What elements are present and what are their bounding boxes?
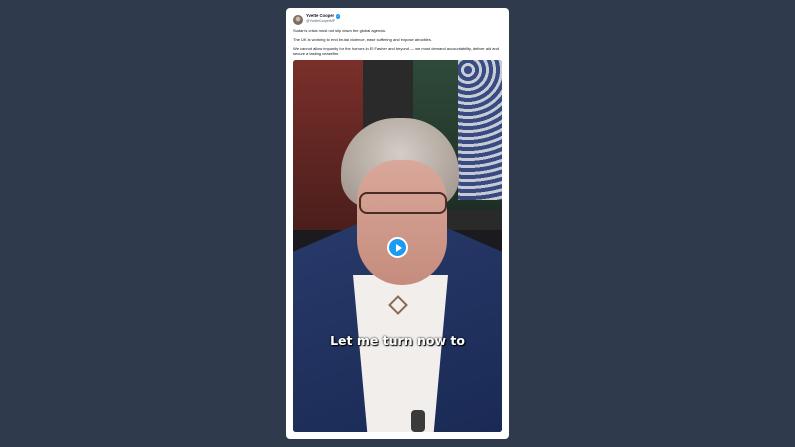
video-frame-figure [359, 192, 447, 214]
author-info: Yvette Cooper ✓ @YvetteCooperMP [306, 13, 341, 23]
video-frame-bg [458, 60, 502, 200]
video-frame-figure [411, 410, 425, 432]
tweet-header: Yvette Cooper ✓ @YvetteCooperMP [293, 13, 341, 25]
video-player[interactable]: Let me turn now to [293, 60, 502, 432]
play-button[interactable] [387, 237, 408, 258]
video-frame-figure [357, 160, 447, 285]
tweet-paragraph: We cannot allow impunity for the horrors… [293, 46, 499, 56]
tweet-card: Yvette Cooper ✓ @YvetteCooperMP Sudan's … [286, 8, 509, 439]
verified-badge-icon: ✓ [335, 14, 341, 19]
author-handle[interactable]: @YvetteCooperMP [306, 19, 340, 23]
avatar[interactable] [293, 15, 303, 25]
video-caption: Let me turn now to [330, 333, 465, 348]
author-name-row: Yvette Cooper ✓ [306, 13, 341, 19]
play-icon [395, 243, 402, 252]
tweet-text: Sudan's crisis must not slip down the gl… [293, 28, 501, 60]
author-name[interactable]: Yvette Cooper [306, 13, 334, 18]
tweet-paragraph: Sudan's crisis must not slip down the gl… [293, 28, 386, 33]
tweet-paragraph: The UK is working to end brutal violence… [293, 37, 432, 42]
